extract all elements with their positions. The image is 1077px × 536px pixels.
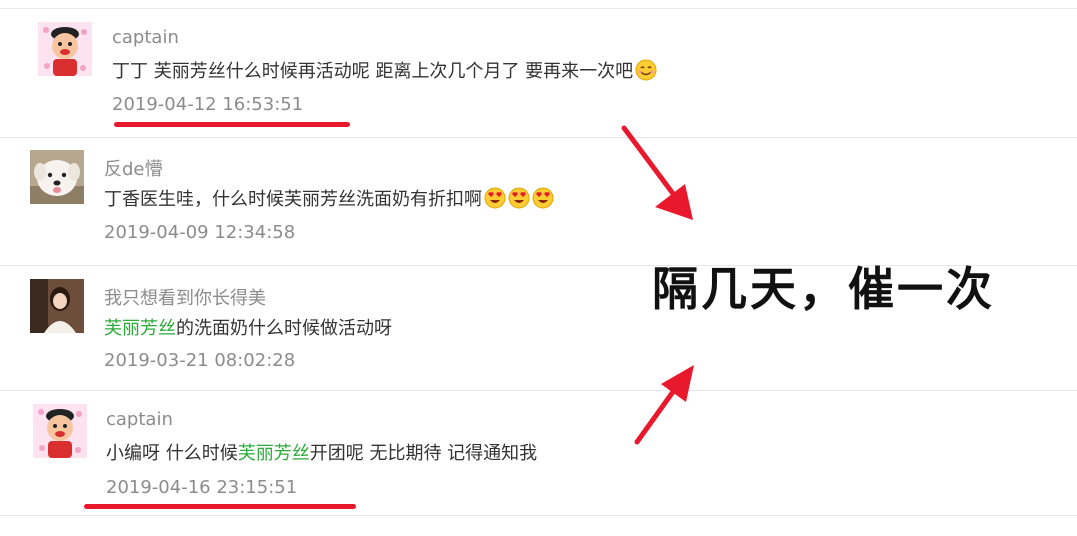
arrow-down-right-icon <box>621 125 693 220</box>
arrow-up-right-icon <box>634 365 694 445</box>
annotation-caption: 隔几天，催一次 <box>652 262 995 316</box>
